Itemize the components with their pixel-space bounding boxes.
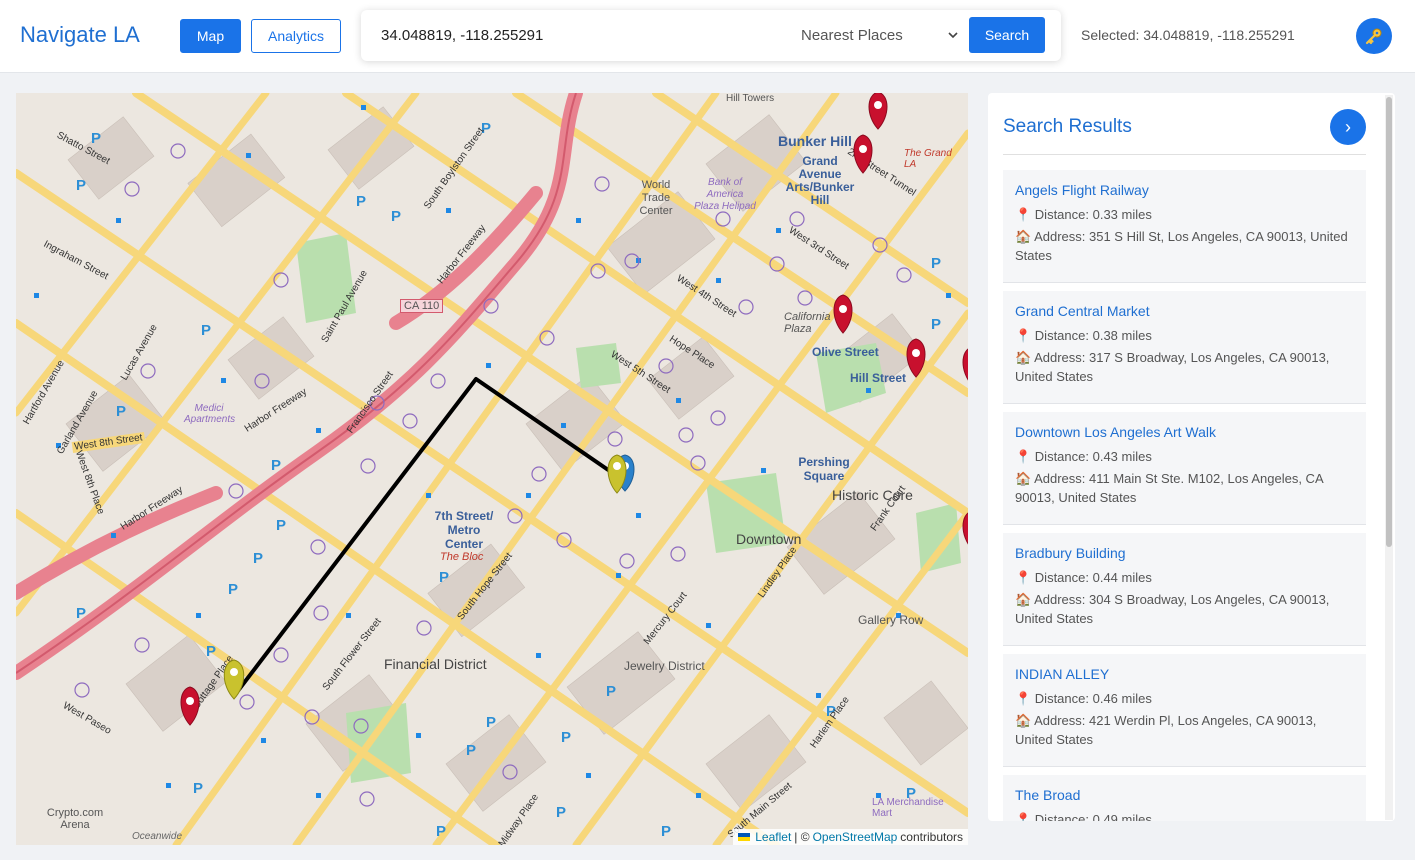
attribution-contrib: contributors: [900, 830, 963, 844]
result-item[interactable]: Bradbury Building 📍 Distance: 0.44 miles…: [1003, 533, 1366, 646]
results-divider: [1003, 154, 1366, 155]
selected-coordinates: Selected: 34.048819, -118.255291: [1081, 27, 1295, 43]
result-name[interactable]: INDIAN ALLEY: [1015, 666, 1354, 682]
markers-layer: [180, 93, 968, 726]
results-title: Search Results: [1003, 116, 1132, 137]
result-name[interactable]: Angels Flight Railway: [1015, 182, 1354, 198]
result-address: 🏠 Address: 421 Werdin Pl, Los Angeles, C…: [1015, 713, 1317, 747]
attribution-sep: | ©: [794, 830, 810, 844]
result-name[interactable]: Bradbury Building: [1015, 545, 1354, 561]
map-view[interactable]: PPP PPP PPP PPP PPP PPP PPP PPP PP Bunke…: [16, 93, 968, 845]
search-results-panel: Search Results › Angels Flight Railway 📍…: [988, 93, 1395, 821]
result-address: 🏠 Address: 304 S Broadway, Los Angeles, …: [1015, 592, 1330, 626]
search-button[interactable]: Search: [969, 17, 1045, 53]
result-item[interactable]: Grand Central Market 📍 Distance: 0.38 mi…: [1003, 291, 1366, 404]
osm-link[interactable]: OpenStreetMap: [813, 830, 898, 844]
result-name[interactable]: Downtown Los Angeles Art Walk: [1015, 424, 1354, 440]
result-name[interactable]: The Broad: [1015, 787, 1354, 803]
results-scroll-thumb[interactable]: [1386, 97, 1392, 547]
chevron-right-icon: ›: [1345, 116, 1351, 137]
result-address: 🏠 Address: 411 Main St Ste. M102, Los An…: [1015, 471, 1323, 505]
map-nav-button[interactable]: Map: [180, 19, 241, 53]
result-item[interactable]: Downtown Los Angeles Art Walk 📍 Distance…: [1003, 412, 1366, 525]
result-distance: 📍 Distance: 0.38 miles: [1015, 328, 1152, 343]
result-address: 🏠 Address: 351 S Hill St, Los Angeles, C…: [1015, 229, 1348, 263]
result-item[interactable]: The Broad 📍 Distance: 0.49 miles: [1003, 775, 1366, 821]
result-address: 🏠 Address: 317 S Broadway, Los Angeles, …: [1015, 350, 1330, 384]
ukraine-flag-icon: [738, 833, 751, 841]
map-attribution: Leaflet | © OpenStreetMap contributors: [733, 829, 968, 845]
coordinate-input[interactable]: [381, 22, 761, 49]
result-distance: 📍 Distance: 0.44 miles: [1015, 570, 1152, 585]
search-panel: Nearest Places Search: [361, 10, 1061, 61]
result-distance: 📍 Distance: 0.49 miles: [1015, 812, 1152, 821]
route-start-marker: [223, 659, 245, 700]
result-distance: 📍 Distance: 0.46 miles: [1015, 691, 1152, 706]
search-mode-value: Nearest Places: [801, 27, 903, 44]
top-bar: Navigate LA Map Analytics Nearest Places…: [0, 0, 1415, 73]
result-name[interactable]: Grand Central Market: [1015, 303, 1354, 319]
result-distance: 📍 Distance: 0.43 miles: [1015, 449, 1152, 464]
result-item[interactable]: INDIAN ALLEY 📍 Distance: 0.46 miles 🏠 Ad…: [1003, 654, 1366, 767]
collapse-panel-button[interactable]: ›: [1330, 109, 1366, 145]
app-brand[interactable]: Navigate LA: [20, 22, 140, 48]
search-mode-select[interactable]: Nearest Places: [801, 22, 961, 49]
chevron-down-icon: [948, 32, 958, 39]
leaflet-link[interactable]: Leaflet: [755, 830, 791, 844]
result-distance: 📍 Distance: 0.33 miles: [1015, 207, 1152, 222]
api-key-button[interactable]: [1356, 18, 1392, 54]
result-item[interactable]: Angels Flight Railway 📍 Distance: 0.33 m…: [1003, 170, 1366, 283]
results-list: Angels Flight Railway 📍 Distance: 0.33 m…: [1003, 170, 1366, 821]
key-icon: [1365, 28, 1382, 45]
analytics-nav-button[interactable]: Analytics: [251, 19, 341, 53]
